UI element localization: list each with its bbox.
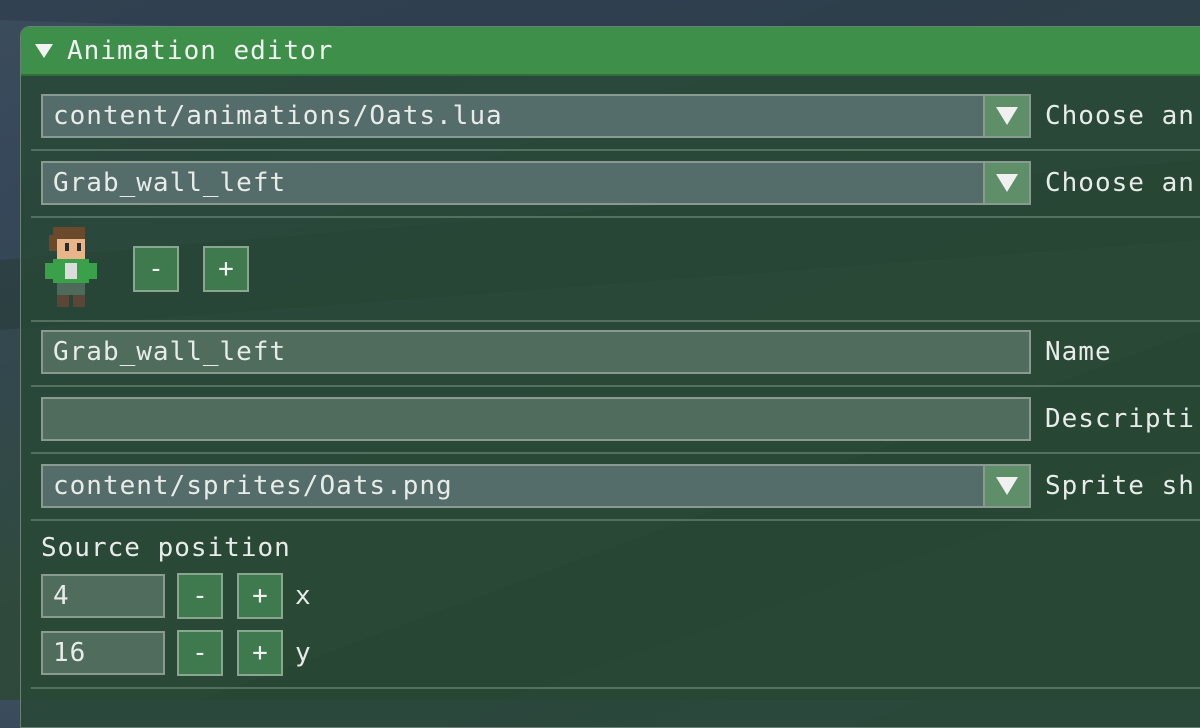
source-x-minus-button[interactable]: -: [177, 573, 223, 619]
chevron-down-icon: [996, 107, 1018, 125]
chevron-down-icon: [996, 477, 1018, 495]
source-x-value: 4: [53, 581, 70, 611]
sprite-sheet-value: content/sprites/Oats.png: [53, 471, 453, 501]
preview-plus-button[interactable]: +: [203, 246, 249, 292]
window-title: Animation editor: [67, 35, 334, 66]
animation-file-value: content/animations/Oats.lua: [53, 101, 503, 131]
animation-combo-value: Grab_wall_left: [53, 168, 287, 198]
name-input[interactable]: Grab_wall_left: [41, 330, 1031, 374]
divider: [31, 320, 1200, 322]
source-y-row: 16 - + y: [41, 630, 311, 676]
sprite-sheet-dropdown-button[interactable]: [985, 464, 1031, 508]
name-input-value: Grab_wall_left: [53, 337, 287, 367]
source-y-plus-button[interactable]: +: [237, 630, 283, 676]
divider: [31, 385, 1200, 387]
source-y-value: 16: [53, 638, 87, 668]
source-x-label: x: [295, 581, 311, 611]
source-x-row: 4 - + x: [41, 573, 311, 619]
source-position-heading: Source position: [41, 533, 291, 563]
source-y-label: y: [295, 638, 311, 668]
animation-file-label: Choose an: [1045, 101, 1195, 131]
preview-row: - +: [41, 227, 249, 311]
window-titlebar[interactable]: Animation editor: [21, 27, 1200, 76]
animation-name-row: Grab_wall_left Choose an: [41, 161, 1195, 205]
preview-minus-button[interactable]: -: [133, 246, 179, 292]
animation-file-row: content/animations/Oats.lua Choose an: [41, 94, 1195, 138]
source-y-minus-button[interactable]: -: [177, 630, 223, 676]
divider: [31, 687, 1200, 689]
animation-file-dropdown-button[interactable]: [985, 94, 1031, 138]
chevron-down-icon: [996, 174, 1018, 192]
name-row: Grab_wall_left Name: [41, 330, 1112, 374]
sprite-sheet-label: Sprite sh: [1045, 471, 1195, 501]
source-x-input[interactable]: 4: [41, 574, 165, 618]
source-y-input[interactable]: 16: [41, 631, 165, 675]
divider: [31, 216, 1200, 218]
source-x-plus-button[interactable]: +: [237, 573, 283, 619]
name-label: Name: [1045, 337, 1112, 367]
animation-editor-window: Animation editor content/animations/Oats…: [20, 26, 1200, 728]
sprite-sheet-row: content/sprites/Oats.png Sprite sh: [41, 464, 1195, 508]
character-sprite-icon: [45, 227, 97, 307]
sprite-sheet-combo[interactable]: content/sprites/Oats.png: [41, 464, 985, 508]
animation-combo-label: Choose an: [1045, 168, 1195, 198]
divider: [31, 149, 1200, 151]
animation-dropdown-button[interactable]: [985, 161, 1031, 205]
description-input[interactable]: [41, 397, 1031, 441]
description-row: Descripti: [41, 397, 1195, 441]
divider: [31, 519, 1200, 521]
description-label: Descripti: [1045, 404, 1195, 434]
collapse-triangle-icon[interactable]: [35, 43, 53, 58]
animation-file-combo[interactable]: content/animations/Oats.lua: [41, 94, 985, 138]
animation-combo[interactable]: Grab_wall_left: [41, 161, 985, 205]
divider: [31, 452, 1200, 454]
